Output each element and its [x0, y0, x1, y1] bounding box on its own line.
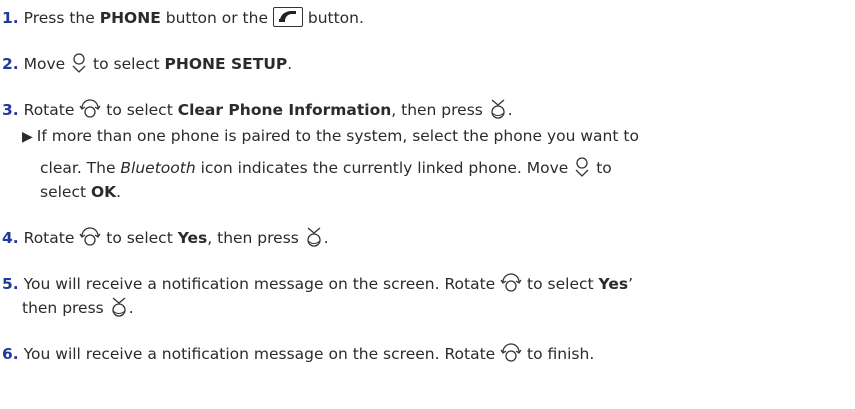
note-text: clear. The: [40, 159, 121, 177]
step-text: then press: [22, 299, 109, 317]
step-text: ’: [628, 275, 634, 293]
note-text: to: [591, 159, 612, 177]
step-text: Press the: [23, 9, 100, 27]
step-3: 3. Rotate to select Clear Phone Informat…: [2, 98, 845, 122]
step-text: to select: [522, 275, 599, 293]
step-text: to select: [101, 101, 178, 119]
step-2: 2. Move to select PHONE SETUP.: [2, 52, 845, 76]
step-text: Move: [23, 55, 71, 73]
step-text: You will receive a notification message …: [23, 275, 501, 293]
step-text: to select: [88, 55, 165, 73]
step-5: 5. You will receive a notification messa…: [2, 272, 845, 296]
note-text: .: [116, 183, 122, 201]
step-number: 3.: [2, 101, 19, 119]
move-down-joystick-icon: [573, 156, 591, 177]
note-text: If more than one phone is paired to the …: [36, 127, 639, 145]
press-knob-icon: [488, 98, 508, 120]
note-arrow-icon: ▶: [22, 129, 33, 145]
step-number: 2.: [2, 55, 19, 73]
step-number: 4.: [2, 229, 19, 247]
step-text: .: [128, 299, 134, 317]
rotate-dial-icon: [500, 272, 522, 293]
ok-label: OK: [90, 183, 117, 201]
note-text: icon indicates the currently linked phon…: [195, 159, 574, 177]
instruction-page: 1. Press the PHONE button or the button.…: [0, 0, 855, 409]
yes-label: Yes: [177, 229, 208, 247]
step-1: 1. Press the PHONE button or the button.: [2, 6, 845, 30]
step-text: Rotate: [23, 101, 80, 119]
step-text: button or the: [160, 9, 273, 27]
note-text: select: [40, 183, 91, 201]
step-6: 6. You will receive a notification messa…: [2, 342, 845, 366]
step-5-line-2: then press .: [22, 296, 845, 320]
step-number: 1.: [2, 9, 19, 27]
step-text: .: [287, 55, 293, 73]
step-text: to finish.: [522, 345, 595, 363]
note-line-2: clear. The Bluetooth icon indicates the …: [40, 156, 845, 180]
bluetooth-label: Bluetooth: [120, 159, 196, 177]
note-line-3: select OK.: [40, 180, 845, 204]
menu-item-label: Clear Phone Information: [177, 101, 392, 119]
rotate-dial-icon: [79, 226, 101, 247]
note-line-1: ▶ If more than one phone is paired to the…: [22, 124, 845, 149]
step-text: .: [323, 229, 329, 247]
step-4: 4. Rotate to select Yes, then press .: [2, 226, 845, 250]
menu-item-label: PHONE SETUP: [164, 55, 288, 73]
move-down-joystick-icon: [70, 52, 88, 73]
step-text: to select: [101, 229, 178, 247]
step-text: .: [507, 101, 513, 119]
step-text: , then press: [207, 229, 304, 247]
phone-button-label: PHONE: [99, 9, 161, 27]
step-number: 5.: [2, 275, 19, 293]
rotate-dial-icon: [79, 98, 101, 119]
step-text: button.: [302, 9, 364, 27]
step-text: You will receive a notification message …: [23, 345, 501, 363]
press-knob-icon: [109, 296, 129, 318]
step-text: Rotate: [23, 229, 80, 247]
phone-handset-icon: [272, 6, 303, 27]
step-text: , then press: [391, 101, 488, 119]
rotate-dial-icon: [500, 342, 522, 363]
step-number: 6.: [2, 345, 19, 363]
yes-label: Yes: [598, 275, 629, 293]
press-knob-icon: [304, 226, 324, 248]
